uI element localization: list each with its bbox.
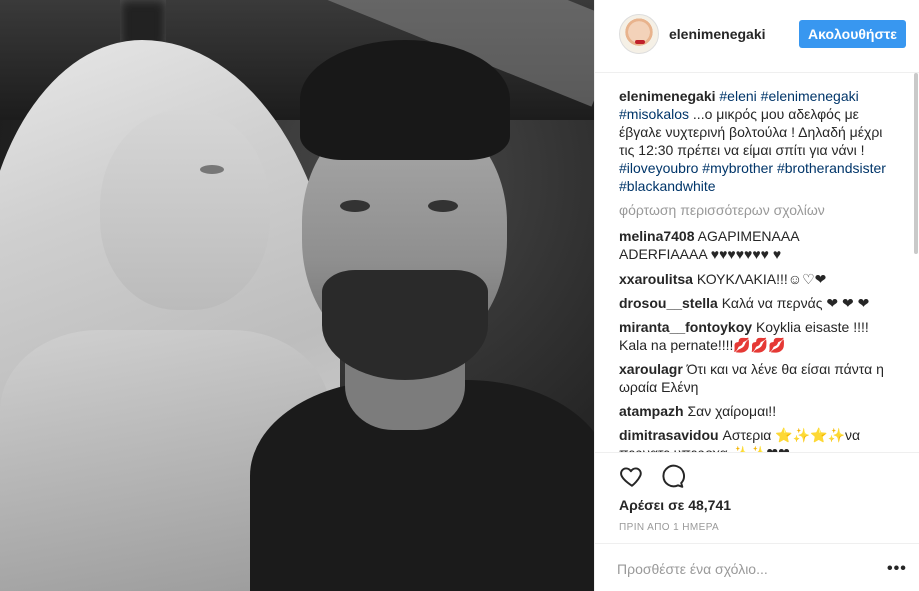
comment-item: miranta__fontoykoy Koyklia eisaste !!!! … <box>619 318 889 354</box>
post-actions: Αρέσει σε 48,741 ΠΡΙΝ ΑΠΟ 1 ΗΜΕΡΑ ••• <box>595 452 919 591</box>
comment-item: dimitrasavidou Αστερια ⭐✨⭐✨να περνατε υπ… <box>619 426 889 452</box>
comment-text: ΚΟΥΚΛΑΚΙΑ!!!☺♡❤ <box>696 271 827 287</box>
hashtag-link[interactable]: #eleni <box>719 88 756 104</box>
follow-button[interactable]: Ακολουθήστε <box>799 20 906 48</box>
hashtag-link[interactable]: #iloveyoubro <box>619 160 698 176</box>
photo-man-beard <box>322 270 488 380</box>
comment-item: drosou__stella Καλά να περνάς ❤ ❤ ❤ <box>619 294 889 312</box>
caption-username[interactable]: elenimenegaki <box>619 88 716 104</box>
hashtag-link[interactable]: #misokalos <box>619 106 689 122</box>
comment-username[interactable]: melina7408 <box>619 228 695 244</box>
hashtag-link[interactable]: #mybrother <box>702 160 773 176</box>
comment-bubble-icon[interactable] <box>659 463 685 489</box>
photo-man-eye-left <box>340 200 370 212</box>
comment-username[interactable]: atampazh <box>619 403 684 419</box>
post-header: elenimenegaki Ακολουθήστε <box>595 0 919 73</box>
more-options-icon[interactable]: ••• <box>887 560 907 578</box>
comment-username[interactable]: dimitrasavidou <box>619 427 719 443</box>
comment-text: Καλά να περνάς ❤ ❤ ❤ <box>721 295 870 311</box>
comments-list[interactable]: elenimenegaki #eleni #elenimenegaki #mis… <box>595 73 919 452</box>
photo-woman-face <box>100 110 270 310</box>
comment-input[interactable] <box>617 558 867 580</box>
photo-man-eye-right <box>428 200 458 212</box>
comments-scrollbar[interactable] <box>914 73 918 254</box>
comment-text: Σαν χαίρομαι!! <box>687 403 777 419</box>
hashtag-link[interactable]: #brotherandsister <box>777 160 886 176</box>
post-sidebar: elenimenegaki Ακολουθήστε elenimenegaki … <box>594 0 919 591</box>
comment-username[interactable]: xxaroulitsa <box>619 271 693 287</box>
post-caption: elenimenegaki #eleni #elenimenegaki #mis… <box>619 87 889 195</box>
avatar[interactable] <box>619 14 659 54</box>
comment-username[interactable]: drosou__stella <box>619 295 718 311</box>
add-comment-section: ••• <box>595 543 919 591</box>
hashtag-link[interactable]: #elenimenegaki <box>761 88 859 104</box>
comment-item: atampazh Σαν χαίρομαι!! <box>619 402 889 420</box>
post-photo[interactable] <box>0 0 594 591</box>
comment-item: xaroulagr Ότι και να λένε θα είσαι πάντα… <box>619 360 889 396</box>
comment-item: melina7408 AGAPIMENAAA ADERFIAAAA ♥♥♥♥♥♥… <box>619 227 889 263</box>
load-more-comments-link[interactable]: φόρτωση περισσότερων σχολίων <box>619 202 825 218</box>
photo-woman-eye <box>200 165 224 174</box>
header-username[interactable]: elenimenegaki <box>669 26 766 42</box>
photo-man-hair <box>300 40 510 160</box>
likes-count[interactable]: Αρέσει σε 48,741 <box>619 497 731 513</box>
instagram-post: elenimenegaki Ακολουθήστε elenimenegaki … <box>0 0 919 591</box>
comment-item: xxaroulitsa ΚΟΥΚΛΑΚΙΑ!!!☺♡❤ <box>619 270 889 288</box>
hashtag-link[interactable]: #blackandwhite <box>619 178 716 194</box>
post-timestamp[interactable]: ΠΡΙΝ ΑΠΟ 1 ΗΜΕΡΑ <box>619 522 719 533</box>
heart-icon[interactable] <box>619 463 645 489</box>
comment-username[interactable]: xaroulagr <box>619 361 683 377</box>
comment-username[interactable]: miranta__fontoykoy <box>619 319 752 335</box>
